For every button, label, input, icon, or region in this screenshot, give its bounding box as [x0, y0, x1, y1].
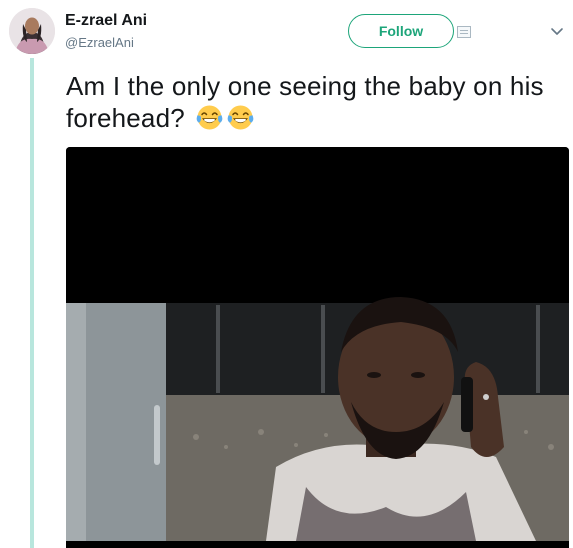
chevron-down-icon[interactable] [549, 24, 565, 40]
tweet-body: Am I the only one seeing the baby on his… [66, 71, 544, 133]
face-with-tears-of-joy-icon [196, 104, 223, 131]
tweet-media-image[interactable] [66, 147, 569, 548]
tweet-text: Am I the only one seeing the baby on his… [66, 70, 566, 134]
thread-line [30, 58, 34, 548]
avatar[interactable] [9, 8, 55, 54]
author-handle[interactable]: @EzraelAni [65, 35, 134, 50]
tweet-card: E-zrael Ani @EzraelAni Follow Am I the o… [0, 0, 573, 548]
follow-button[interactable]: Follow [348, 14, 454, 48]
face-with-tears-of-joy-icon [227, 104, 254, 131]
account-card-icon [457, 26, 471, 38]
author-display-name[interactable]: E-zrael Ani [65, 12, 147, 30]
